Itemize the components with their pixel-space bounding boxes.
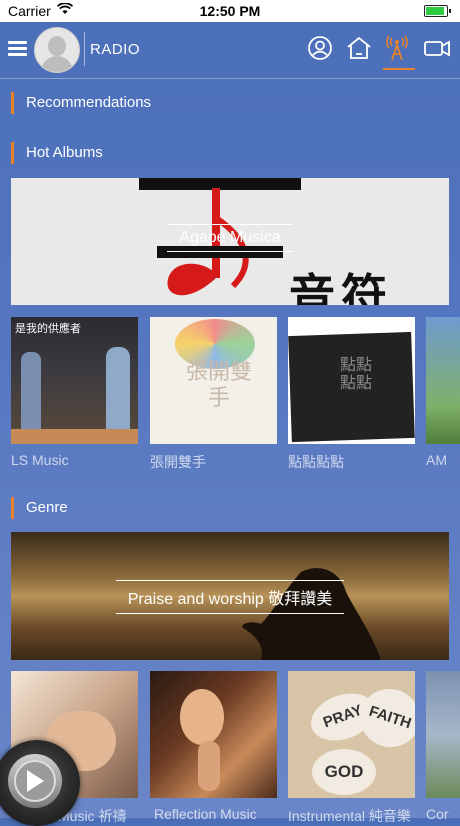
genre-label: Instrumental 純音樂: [288, 808, 411, 824]
album-label: 點點點點: [288, 454, 344, 470]
battery-icon: [424, 5, 451, 17]
praying-hands-art: [198, 741, 220, 791]
album-tile[interactable]: [426, 317, 460, 444]
genre-tile[interactable]: [150, 671, 277, 798]
face-art: [180, 689, 224, 745]
album-cover-text: 是我的供應者: [15, 323, 81, 335]
hamburger-menu-icon[interactable]: [8, 41, 27, 56]
genre-banner[interactable]: Praise and worship 敬拜讚美: [11, 532, 449, 660]
play-icon: [27, 770, 44, 792]
clock: 12:50 PM: [199, 3, 261, 19]
section-marker: [11, 497, 14, 519]
genre-tile[interactable]: PRAY FAITH GOD: [288, 671, 415, 798]
performer-figure: [21, 352, 41, 432]
section-label: Recommendations: [26, 94, 152, 111]
section-label: Genre: [26, 499, 68, 516]
genre-tile[interactable]: [426, 671, 460, 798]
section-marker: [11, 92, 14, 114]
hot-albums-banner[interactable]: 音符 Agape Musica: [11, 178, 449, 305]
banner-title: Praise and worship 敬拜讚美: [11, 580, 449, 614]
album-label: AM: [426, 452, 447, 468]
home-icon[interactable]: [345, 34, 375, 64]
album-label: 張開雙手: [150, 454, 206, 470]
section-label: Hot Albums: [26, 144, 103, 161]
page-title: RADIO: [90, 41, 141, 58]
radio-tower-icon[interactable]: [383, 34, 415, 70]
stone-word: FAITH: [352, 681, 415, 755]
album-tile[interactable]: 點點點點: [288, 317, 415, 444]
genre-label: Reflection Music: [154, 806, 257, 822]
album-tile[interactable]: 張開雙手: [150, 317, 277, 444]
stone-word: GOD: [312, 749, 376, 795]
album-cover-text: 點點點點: [340, 357, 373, 392]
status-bar: Carrier 12:50 PM: [0, 0, 460, 22]
genre-label: Cor: [426, 806, 449, 822]
video-camera-icon[interactable]: [423, 34, 453, 64]
banner-artwork-text: 音符: [289, 270, 393, 305]
stage-floor: [11, 429, 138, 444]
nav-bar: RADIO: [0, 22, 460, 79]
album-label: LS Music: [11, 452, 69, 468]
nav-divider: [84, 32, 85, 66]
section-marker: [11, 142, 14, 164]
user-circle-icon[interactable]: [306, 34, 336, 64]
avatar[interactable]: [34, 27, 80, 73]
banner-title: Agape Musica: [11, 224, 449, 252]
album-tile[interactable]: 是我的供應者: [11, 317, 138, 444]
album-cover-text: 張開雙手: [185, 359, 252, 410]
performer-figure: [106, 347, 130, 437]
